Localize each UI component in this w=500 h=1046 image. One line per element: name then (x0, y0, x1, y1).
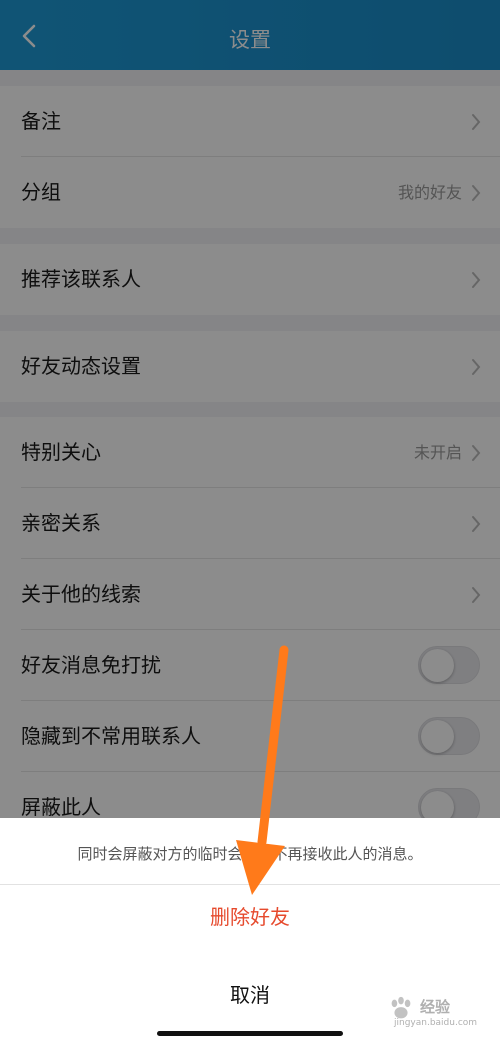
delete-friend-button[interactable]: 删除好友 (0, 885, 500, 965)
action-sheet-notice: 同时会屏蔽对方的临时会话，不再接收此人的消息。 (0, 818, 500, 884)
watermark-url: jingyan.baidu.com (394, 1018, 478, 1028)
watermark-text: 经验 (420, 998, 451, 1016)
home-indicator (157, 1031, 343, 1036)
baidu-watermark: 经验 jingyan.baidu.com (384, 990, 480, 1034)
